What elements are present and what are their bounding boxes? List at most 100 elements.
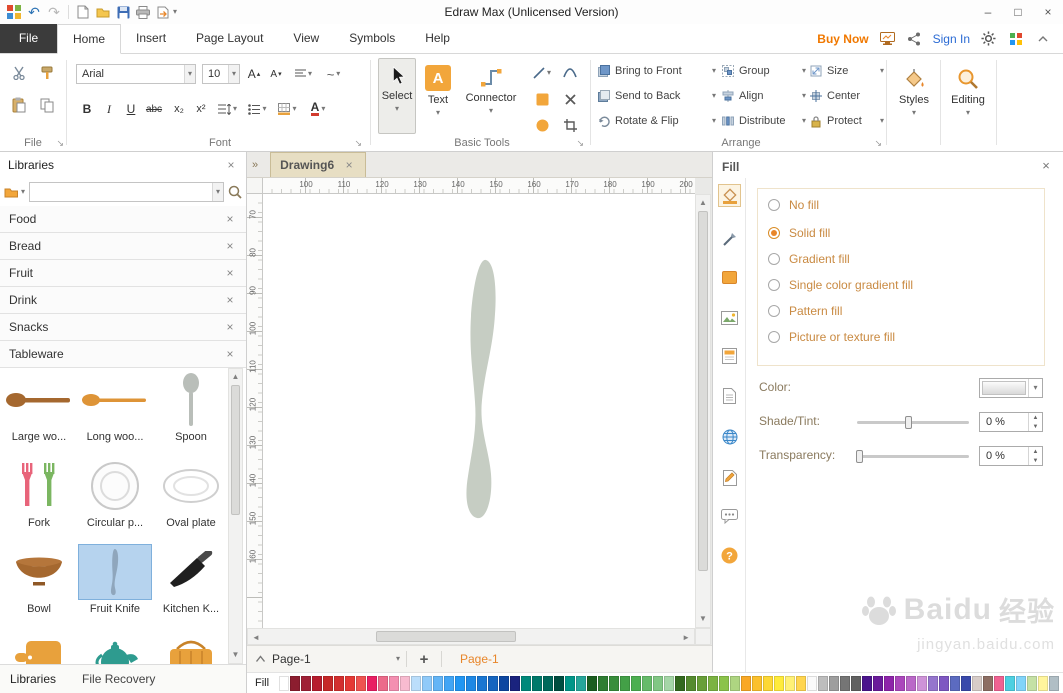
align-text-button[interactable]: ▾ — [290, 64, 317, 84]
tab-file[interactable]: File — [0, 24, 57, 53]
color-swatch[interactable] — [752, 675, 763, 691]
library-section-tableware[interactable]: Tableware × — [0, 341, 246, 368]
font-size-combo[interactable]: 10 ▾ — [202, 64, 240, 84]
library-section-drink[interactable]: Drink × — [0, 287, 246, 314]
close-button[interactable]: × — [1033, 0, 1063, 23]
library-section-close-icon[interactable]: × — [223, 213, 237, 225]
color-swatch[interactable] — [543, 675, 554, 691]
group-button[interactable]: Group ▾ — [722, 60, 806, 82]
page-dropdown[interactable]: Page-1 ▾ — [272, 652, 400, 666]
collapse-ribbon-icon[interactable] — [1034, 30, 1051, 47]
library-section-food[interactable]: Food × — [0, 206, 246, 233]
library-item[interactable]: Spoon — [154, 372, 228, 443]
libraries-scrollbar[interactable]: ▲ ▼ — [228, 368, 243, 664]
color-swatch[interactable] — [554, 675, 565, 691]
open-folder-icon[interactable] — [93, 2, 113, 22]
transparency-slider-handle[interactable] — [856, 450, 863, 463]
tab-page-layout[interactable]: Page Layout — [181, 24, 278, 53]
italic-button[interactable]: I — [98, 98, 120, 120]
library-item[interactable]: Oval plate — [154, 458, 228, 529]
library-search-combo[interactable]: ▾ — [29, 182, 224, 202]
color-swatch[interactable] — [510, 675, 521, 691]
canvas-vertical-scrollbar[interactable]: ▲ ▼ — [695, 194, 711, 628]
fill-option-no-fill[interactable]: No fill — [768, 197, 819, 213]
panel-tab-libraries[interactable]: Libraries — [10, 672, 56, 686]
radio-icon[interactable] — [768, 331, 780, 343]
color-swatch[interactable] — [917, 675, 928, 691]
send-to-back-button[interactable]: Send to Back ▾ — [598, 85, 716, 107]
tab-help[interactable]: Help — [410, 24, 465, 53]
shrink-font-button[interactable]: A ▾ — [266, 64, 286, 84]
color-swatch[interactable] — [829, 675, 840, 691]
color-swatch[interactable] — [818, 675, 829, 691]
color-swatch[interactable] — [983, 675, 994, 691]
libraries-panel-close-icon[interactable]: × — [224, 159, 238, 171]
color-swatch[interactable] — [323, 675, 334, 691]
library-item[interactable]: Bowl — [2, 544, 76, 615]
fill-option-picture-texture-fill[interactable]: Picture or texture fill — [768, 329, 895, 345]
new-document-icon[interactable] — [73, 2, 93, 22]
tab-symbols[interactable]: Symbols — [334, 24, 410, 53]
color-swatch[interactable] — [466, 675, 477, 691]
color-swatch[interactable] — [389, 675, 400, 691]
knife-shape[interactable] — [450, 252, 520, 532]
color-swatch[interactable] — [455, 675, 466, 691]
spinner-up-icon[interactable]: ▲ — [1029, 413, 1042, 422]
shade-tint-slider[interactable] — [857, 416, 969, 429]
fill-panel-close-icon[interactable]: × — [1039, 159, 1053, 172]
color-swatch[interactable] — [950, 675, 961, 691]
superscript-button[interactable]: x² — [190, 98, 212, 120]
print-icon[interactable] — [133, 2, 153, 22]
size-button[interactable]: Size ▾ — [810, 60, 884, 82]
color-swatch[interactable] — [367, 675, 378, 691]
transparency-slider[interactable] — [856, 450, 969, 463]
basic-tools-group-launcher-icon[interactable]: ↘ — [576, 138, 584, 149]
quick-toolbar-caret-icon[interactable]: ▾ — [173, 8, 177, 16]
paste-button[interactable] — [8, 94, 30, 116]
radio-icon[interactable] — [768, 279, 780, 291]
color-swatch[interactable] — [906, 675, 917, 691]
color-swatch[interactable] — [895, 675, 906, 691]
fill-option-solid-fill[interactable]: Solid fill — [768, 225, 830, 241]
fill-option-pattern-fill[interactable]: Pattern fill — [768, 303, 842, 319]
library-item[interactable]: Large wo... — [2, 372, 76, 443]
library-item[interactable]: Fork — [2, 458, 76, 529]
color-swatch[interactable] — [1005, 675, 1016, 691]
color-swatch[interactable] — [719, 675, 730, 691]
file-group-launcher-icon[interactable]: ↘ — [56, 138, 64, 149]
color-swatch[interactable] — [873, 675, 884, 691]
radio-icon[interactable] — [768, 199, 780, 211]
color-swatch[interactable] — [532, 675, 543, 691]
fill-format-icon[interactable] — [718, 184, 741, 207]
fill-option-gradient-fill[interactable]: Gradient fill — [768, 251, 850, 267]
pen-tool-button[interactable]: ▾ — [530, 62, 554, 84]
font-color-button[interactable]: A ▾ — [304, 98, 332, 120]
bullet-list-button[interactable]: ▾ — [244, 98, 271, 120]
search-icon[interactable] — [228, 185, 242, 199]
color-swatch[interactable] — [1027, 675, 1038, 691]
bring-to-front-button[interactable]: Bring to Front ▾ — [598, 60, 716, 82]
color-swatch[interactable] — [961, 675, 972, 691]
protect-button[interactable]: Protect ▾ — [810, 110, 884, 132]
color-swatch[interactable] — [642, 675, 653, 691]
buy-now-link[interactable]: Buy Now — [817, 32, 868, 46]
color-dropdown[interactable]: ▾ — [979, 378, 1043, 398]
crop-tool-button[interactable] — [558, 114, 582, 136]
document-icon[interactable] — [718, 384, 741, 407]
color-swatch[interactable] — [587, 675, 598, 691]
page-tab-active[interactable]: Page-1 — [448, 652, 511, 666]
highlight-fill-button[interactable]: ▾ — [274, 98, 301, 120]
drawing-tab-close-icon[interactable]: × — [342, 159, 356, 171]
add-page-button[interactable]: + — [413, 651, 435, 668]
text-tool-button[interactable]: A Text ▾ — [420, 58, 456, 134]
library-item[interactable]: Long woo... — [78, 372, 152, 443]
share-icon[interactable] — [906, 30, 923, 47]
color-swatch[interactable] — [521, 675, 532, 691]
color-swatch[interactable] — [653, 675, 664, 691]
color-swatch[interactable] — [785, 675, 796, 691]
format-painter-button[interactable] — [36, 62, 58, 84]
shape-format-icon[interactable] — [718, 266, 741, 289]
save-icon[interactable] — [113, 2, 133, 22]
spinner-down-icon[interactable]: ▼ — [1029, 456, 1042, 465]
color-swatch[interactable] — [675, 675, 686, 691]
